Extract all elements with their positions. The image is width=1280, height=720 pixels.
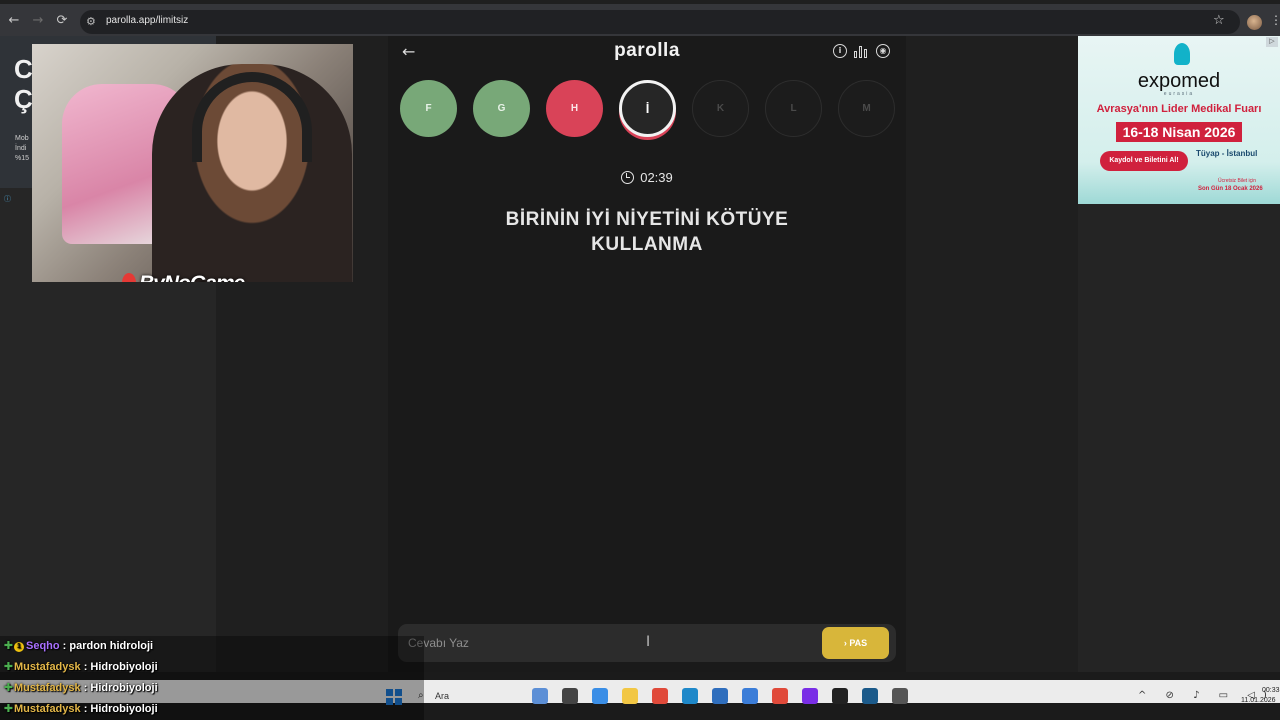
ad-cta-button[interactable]: Kaydol ve Biletini Al! bbox=[1100, 151, 1188, 171]
bootstrap-app-icon[interactable] bbox=[802, 688, 818, 704]
letter-bubble-1: G bbox=[473, 80, 530, 137]
question-text: BİRİNİN İYİ NİYETİNİ KÖTÜYE KULLANMA bbox=[505, 209, 789, 255]
stats-icon[interactable] bbox=[854, 44, 868, 58]
letter-bubble-3: İ bbox=[619, 80, 676, 137]
taskbar-time[interactable]: 00:33 bbox=[1262, 687, 1280, 694]
chat-plus-icon: ✚ bbox=[3, 660, 14, 673]
webcam-logo: ByNoGame bbox=[122, 272, 245, 282]
chat-text: : pardon hidroloji bbox=[59, 640, 154, 652]
chat-text: : Hidrobiyoloji bbox=[80, 682, 158, 694]
info-icon[interactable]: i bbox=[833, 44, 847, 58]
chrome-app-icon[interactable] bbox=[652, 688, 668, 704]
chat-badge: 1 bbox=[14, 642, 24, 652]
site-info-icon[interactable]: ⚙ bbox=[86, 15, 96, 28]
reload-icon[interactable]: ⟳ bbox=[54, 13, 70, 29]
url-text[interactable]: parolla.app/limitsiz bbox=[106, 15, 188, 26]
calendar-app-icon[interactable] bbox=[712, 688, 728, 704]
clock-icon bbox=[621, 171, 635, 184]
address-bar[interactable]: ⚙ parolla.app/limitsiz ☆ bbox=[80, 10, 1240, 34]
forward-icon[interactable]: → bbox=[30, 13, 46, 29]
ad-note: Ücretsiz Bilet için bbox=[1218, 178, 1257, 184]
chat-text: : Hidrobiyoloji bbox=[80, 661, 158, 673]
ad-brand: expomed bbox=[1137, 70, 1221, 92]
chat-username[interactable]: Mustafadysk bbox=[14, 682, 81, 694]
timer: 02:39 bbox=[388, 170, 906, 185]
pass-button[interactable]: › PAS bbox=[822, 627, 889, 659]
answer-bar: I › PAS bbox=[398, 624, 896, 662]
letter-bubble-2: H bbox=[546, 80, 603, 137]
ad-info-icon[interactable]: ⓘ bbox=[4, 194, 11, 204]
chat-plus-icon: ✚ bbox=[3, 681, 14, 694]
chat-username[interactable]: Mustafadysk bbox=[14, 703, 81, 715]
chat-username[interactable]: Seqho bbox=[26, 640, 60, 652]
answer-input[interactable] bbox=[408, 634, 788, 652]
taskbar-search-label[interactable]: Ara bbox=[435, 691, 449, 701]
file-explorer-app-icon[interactable] bbox=[562, 688, 578, 704]
settings-app-icon[interactable] bbox=[892, 688, 908, 704]
ad-subbrand: eurasia bbox=[1163, 91, 1195, 97]
ad-choices-icon[interactable]: ▷ bbox=[1266, 37, 1278, 47]
browser-menu-icon[interactable]: ⋮ bbox=[1270, 13, 1280, 27]
chevron-right-icon: › bbox=[843, 638, 847, 648]
left-ad-heading: C Ç bbox=[14, 54, 33, 114]
ad-location: Tüyap - İstanbul bbox=[1196, 149, 1258, 158]
browser-toolbar: ← → ⟳ ⚙ parolla.app/limitsiz ☆ ⋮ bbox=[0, 0, 1280, 36]
steam-app-icon[interactable] bbox=[862, 688, 878, 704]
bookmark-star-icon[interactable]: ☆ bbox=[1213, 13, 1225, 28]
chat-username[interactable]: Mustafadysk bbox=[14, 661, 81, 673]
widgets-app-icon[interactable] bbox=[532, 688, 548, 704]
edge-app-icon[interactable] bbox=[682, 688, 698, 704]
taskbar-date[interactable]: 11.01.2026 bbox=[1241, 697, 1276, 704]
ad-deadline: Son Gün 18 Ocak 2026 bbox=[1198, 186, 1263, 192]
folder-app-icon[interactable] bbox=[622, 688, 638, 704]
letter-bubble-0: F bbox=[400, 80, 457, 137]
app-logo[interactable]: parolla bbox=[388, 40, 906, 62]
letter-bubble-5: L bbox=[765, 80, 822, 137]
pass-label: PAS bbox=[849, 638, 868, 648]
ad-dates: 16-18 Nisan 2026 bbox=[1116, 122, 1242, 142]
webcam-overlay: ByNoGame bbox=[32, 44, 353, 282]
ad-headline: Avrasya'nın Lider Medikal Fuarı bbox=[1096, 103, 1262, 115]
chat-message: ✚Mustafadysk : Hidrobiyoloji bbox=[3, 702, 158, 718]
letter-bubble-4: K bbox=[692, 80, 749, 137]
chat-message: ✚Mustafadysk : Hidrobiyoloji bbox=[3, 681, 158, 697]
text-cursor-icon: I bbox=[646, 634, 651, 650]
webcam-logo-text: ByNoGame bbox=[139, 272, 245, 282]
mail-app-icon[interactable] bbox=[742, 688, 758, 704]
obs-app-icon[interactable] bbox=[832, 688, 848, 704]
chat-message: ✚ 1 Seqho : pardon hidroloji bbox=[3, 639, 153, 655]
right-ad-banner[interactable]: ▷ expomed eurasia Avrasya'nın Lider Medi… bbox=[1078, 36, 1280, 204]
back-icon[interactable]: ← bbox=[6, 13, 22, 29]
chat-message: ✚Mustafadysk : Hidrobiyoloji bbox=[3, 660, 158, 676]
lightbulb-icon bbox=[1174, 43, 1190, 65]
chat-plus-icon: ✚ bbox=[3, 639, 14, 652]
profile-icon[interactable]: ◉ bbox=[876, 44, 890, 58]
timer-value: 02:39 bbox=[640, 170, 673, 185]
bynogame-logo-icon bbox=[122, 273, 136, 282]
chat-text: : Hidrobiyoloji bbox=[80, 703, 158, 715]
chat-plus-icon: ✚ bbox=[3, 702, 14, 715]
game-panel: ← parolla i ◉ FGHİKLM 02:39 BİRİNİN İYİ … bbox=[388, 36, 906, 672]
store-app-icon[interactable] bbox=[592, 688, 608, 704]
letter-bubble-6: M bbox=[838, 80, 895, 137]
right-panel: ▷ expomed eurasia Avrasya'nın Lider Medi… bbox=[1078, 36, 1280, 672]
chrome-active-app-icon[interactable] bbox=[772, 688, 788, 704]
profile-avatar[interactable] bbox=[1247, 15, 1262, 30]
page-content: C Ç Mob İndi %15 ⓘ ByNoGame ← parolla i … bbox=[0, 36, 1280, 672]
